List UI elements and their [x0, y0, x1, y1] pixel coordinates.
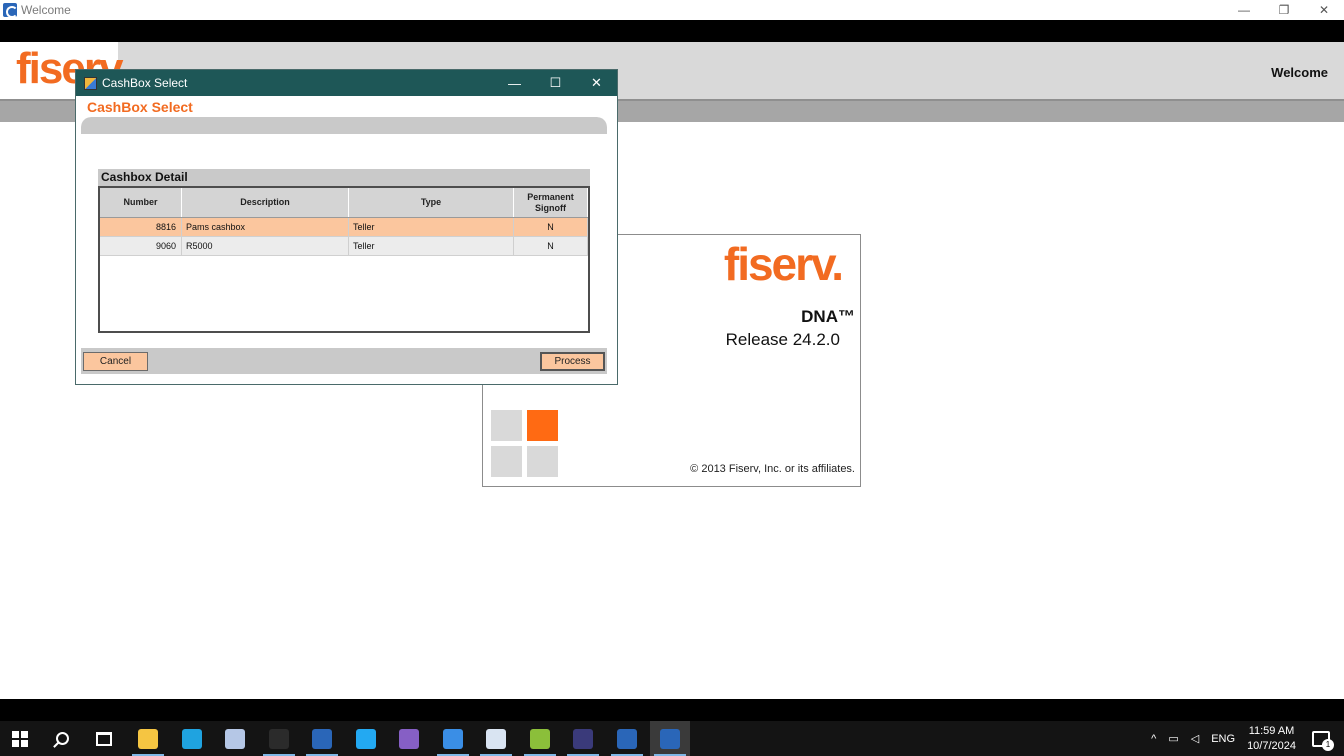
- taskbar-app-button[interactable]: [215, 721, 255, 756]
- dialog-heading: CashBox Select: [87, 99, 193, 115]
- dna-app-icon: [312, 728, 332, 749]
- notification-icon[interactable]: 1: [1312, 730, 1334, 751]
- file-explorer-icon: [138, 728, 158, 749]
- process-button[interactable]: Process: [540, 352, 605, 371]
- dialog-body: Cashbox Detail Number Description Type P…: [81, 117, 607, 374]
- decor-square: [491, 410, 522, 441]
- dialog-maximize-button[interactable]: ☐: [535, 70, 576, 96]
- table-row[interactable]: 9060 R5000 Teller N: [100, 237, 588, 256]
- column-header-type[interactable]: Type: [349, 188, 514, 217]
- dialog-app-icon: [84, 76, 97, 90]
- eclipse-icon: [573, 728, 593, 749]
- clock-time: 11:59 AM: [1248, 724, 1295, 737]
- cell-type: Teller: [349, 237, 514, 255]
- taskbar-app-button[interactable]: [433, 721, 473, 756]
- splash-fiserv-logo: fiserv.: [723, 238, 844, 290]
- cell-number: 8816: [100, 218, 182, 236]
- taskbar-app-button[interactable]: [302, 721, 342, 756]
- window-app-icon: [443, 728, 463, 749]
- taskbar-app-button[interactable]: [346, 721, 386, 756]
- dialog-controls: — ☐ ✕: [494, 70, 617, 96]
- decor-square-orange: [527, 410, 558, 441]
- column-header-permanent-signoff[interactable]: Permanent Signoff: [514, 188, 588, 217]
- window-close-button[interactable]: ✕: [1304, 0, 1344, 20]
- clock-date: 10/7/2024: [1247, 739, 1296, 752]
- dna-welcome-icon: [660, 728, 680, 749]
- clock[interactable]: 11:59 AM 10/7/2024: [1247, 724, 1296, 754]
- app-window-icon: [617, 728, 637, 749]
- cell-signoff: N: [514, 218, 588, 236]
- task-view-icon: [96, 731, 112, 746]
- vscode-icon: [356, 728, 376, 749]
- window-titlebar: Welcome — ❐ ✕: [0, 0, 1344, 20]
- notification-badge: 1: [1322, 738, 1334, 751]
- copyright-text: © 2013 Fiserv, Inc. or its affiliates.: [690, 463, 855, 475]
- edge-icon: [182, 728, 202, 749]
- window-controls: — ❐ ✕: [1224, 0, 1344, 20]
- start-button[interactable]: [0, 721, 40, 756]
- windows-icon: [12, 730, 28, 747]
- search-button[interactable]: [42, 721, 82, 756]
- cell-description: Pams cashbox: [182, 218, 349, 236]
- decor-square: [491, 446, 522, 477]
- cell-description: R5000: [182, 237, 349, 255]
- terminal-icon: [269, 728, 289, 749]
- cashbox-grid[interactable]: Number Description Type Permanent Signof…: [98, 186, 590, 333]
- product-name: DNA™: [801, 307, 855, 326]
- language-indicator[interactable]: ENG: [1211, 733, 1235, 745]
- taskbar-app-button[interactable]: [389, 721, 429, 756]
- dialog-title: CashBox Select: [102, 76, 188, 90]
- cancel-button[interactable]: Cancel: [83, 352, 148, 371]
- window-title: Welcome: [21, 3, 71, 17]
- window-minimize-button[interactable]: —: [1224, 0, 1264, 20]
- network-icon[interactable]: ▭: [1168, 732, 1178, 745]
- notepad-icon: [530, 728, 550, 749]
- taskbar-app-button[interactable]: [172, 721, 212, 756]
- taskbar-app-button[interactable]: [650, 721, 690, 756]
- taskbar-app-button[interactable]: [128, 721, 168, 756]
- taskbar-app-button[interactable]: [476, 721, 516, 756]
- release-version: Release 24.2.0: [725, 330, 840, 349]
- decor-square: [527, 446, 558, 477]
- taskbar-app-button[interactable]: [607, 721, 647, 756]
- database-tool-icon: [225, 728, 245, 749]
- taskbar: [0, 721, 1344, 756]
- search-icon: [55, 732, 69, 745]
- cell-type: Teller: [349, 218, 514, 236]
- cell-number: 9060: [100, 237, 182, 255]
- dialog-close-button[interactable]: ✕: [576, 70, 617, 96]
- volume-icon[interactable]: ◁: [1191, 732, 1199, 745]
- task-view-button[interactable]: [84, 721, 124, 756]
- chevron-up-icon[interactable]: ^: [1151, 733, 1156, 745]
- window-restore-button[interactable]: ❐: [1264, 0, 1304, 20]
- grid-header: Number Description Type Permanent Signof…: [100, 188, 588, 218]
- taskbar-app-button[interactable]: [259, 721, 299, 756]
- dialog-minimize-button[interactable]: —: [494, 70, 535, 96]
- system-tray: ^ ▭ ◁ ENG 11:59 AM 10/7/2024 1: [1151, 721, 1344, 756]
- paint-icon: [486, 728, 506, 749]
- cell-signoff: N: [514, 237, 588, 255]
- dialog-footer: Cancel Process: [81, 348, 607, 374]
- header-welcome-text: Welcome: [1271, 65, 1328, 80]
- taskbar-top-band: [0, 699, 1344, 721]
- cashbox-select-dialog: CashBox Select — ☐ ✕ CashBox Select Cash…: [75, 69, 618, 385]
- dna-app-icon: [3, 3, 18, 18]
- table-row[interactable]: 8816 Pams cashbox Teller N: [100, 218, 588, 237]
- top-band: [0, 20, 1344, 42]
- cashbox-detail-caption: Cashbox Detail: [98, 169, 590, 186]
- taskbar-app-button[interactable]: [563, 721, 603, 756]
- column-header-number[interactable]: Number: [100, 188, 182, 217]
- visual-studio-icon: [399, 728, 419, 749]
- dialog-titlebar[interactable]: CashBox Select — ☐ ✕: [76, 70, 617, 96]
- column-header-description[interactable]: Description: [182, 188, 349, 217]
- dialog-body-header-bar: [81, 117, 607, 134]
- taskbar-app-button[interactable]: [520, 721, 560, 756]
